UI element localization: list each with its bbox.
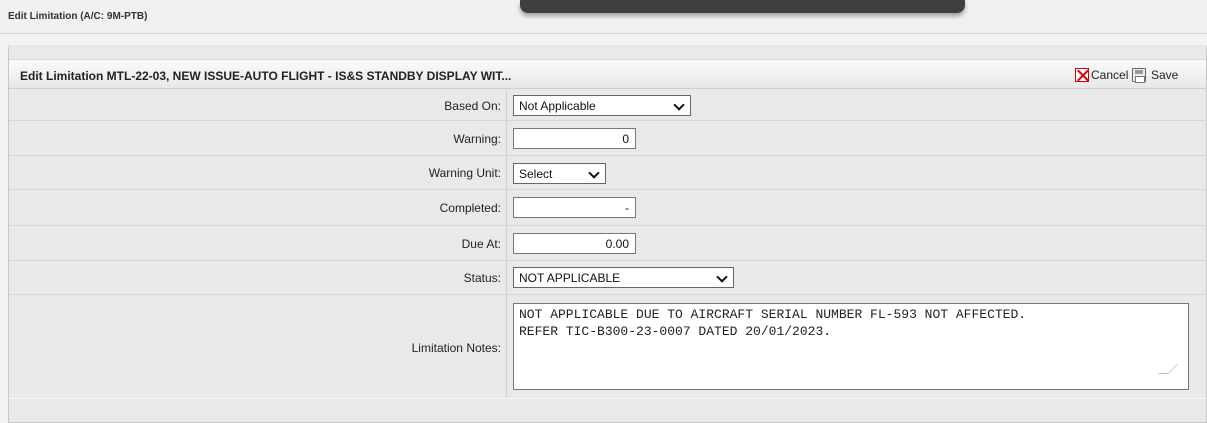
completed-input[interactable]: - (513, 197, 636, 218)
edit-limitation-panel: Edit Limitation MTL-22-03, NEW ISSUE-AUT… (8, 45, 1207, 423)
warning-unit-select[interactable]: Select (513, 163, 606, 184)
cancel-label: Cancel (1091, 68, 1129, 82)
based-on-label: Based On: (444, 99, 501, 113)
form-row-warning-unit: Warning Unit: Select (9, 156, 1206, 190)
window-title: Edit Limitation (A/C: 9M-PTB) (8, 11, 148, 22)
save-button[interactable]: Save (1132, 66, 1178, 84)
limitation-form: Based On: Not Applicable Warning: 0 Warn… (9, 90, 1206, 399)
chevron-down-icon (716, 271, 728, 283)
form-row-warning: Warning: 0 (9, 121, 1206, 156)
due-at-label: Due At: (461, 237, 501, 251)
based-on-value: Not Applicable (519, 99, 596, 113)
form-row-status: Status: NOT APPLICABLE (9, 261, 1206, 295)
cancel-button[interactable]: Cancel (1075, 66, 1128, 84)
form-row-limitation-notes: Limitation Notes: NOT APPLICABLE DUE TO … (9, 295, 1206, 399)
warning-unit-label: Warning Unit: (428, 166, 501, 180)
form-row-due-at: Due At: 0.00 (9, 226, 1206, 261)
status-label: Status: (463, 271, 501, 285)
window-title-bar: Edit Limitation (A/C: 9M-PTB) (0, 0, 1207, 34)
warning-value: 0 (622, 132, 629, 146)
close-icon (1075, 68, 1089, 82)
status-select[interactable]: NOT APPLICABLE (513, 267, 734, 288)
form-row-completed: Completed: - (9, 190, 1206, 226)
warning-unit-value: Select (519, 167, 553, 181)
overlay-bar (520, 0, 965, 13)
based-on-select[interactable]: Not Applicable (513, 95, 691, 116)
warning-input[interactable]: 0 (513, 128, 636, 149)
limitation-notes-textarea[interactable]: NOT APPLICABLE DUE TO AIRCRAFT SERIAL NU… (513, 303, 1189, 390)
due-at-input[interactable]: 0.00 (513, 233, 636, 254)
floppy-disk-icon (1132, 68, 1146, 83)
completed-value: - (625, 201, 629, 215)
panel-title: Edit Limitation MTL-22-03, NEW ISSUE-AUT… (20, 69, 512, 83)
warning-label: Warning: (453, 132, 501, 146)
limitation-notes-label: Limitation Notes: (411, 341, 501, 355)
due-at-value: 0.00 (605, 237, 629, 251)
status-value: NOT APPLICABLE (519, 271, 621, 285)
completed-label: Completed: (439, 201, 501, 215)
form-row-based-on: Based On: Not Applicable (9, 90, 1206, 121)
panel-header: Edit Limitation MTL-22-03, NEW ISSUE-AUT… (9, 59, 1206, 89)
chevron-down-icon (673, 99, 685, 111)
save-label: Save (1151, 68, 1179, 82)
chevron-down-icon (588, 167, 600, 179)
value-cell (506, 156, 1206, 189)
